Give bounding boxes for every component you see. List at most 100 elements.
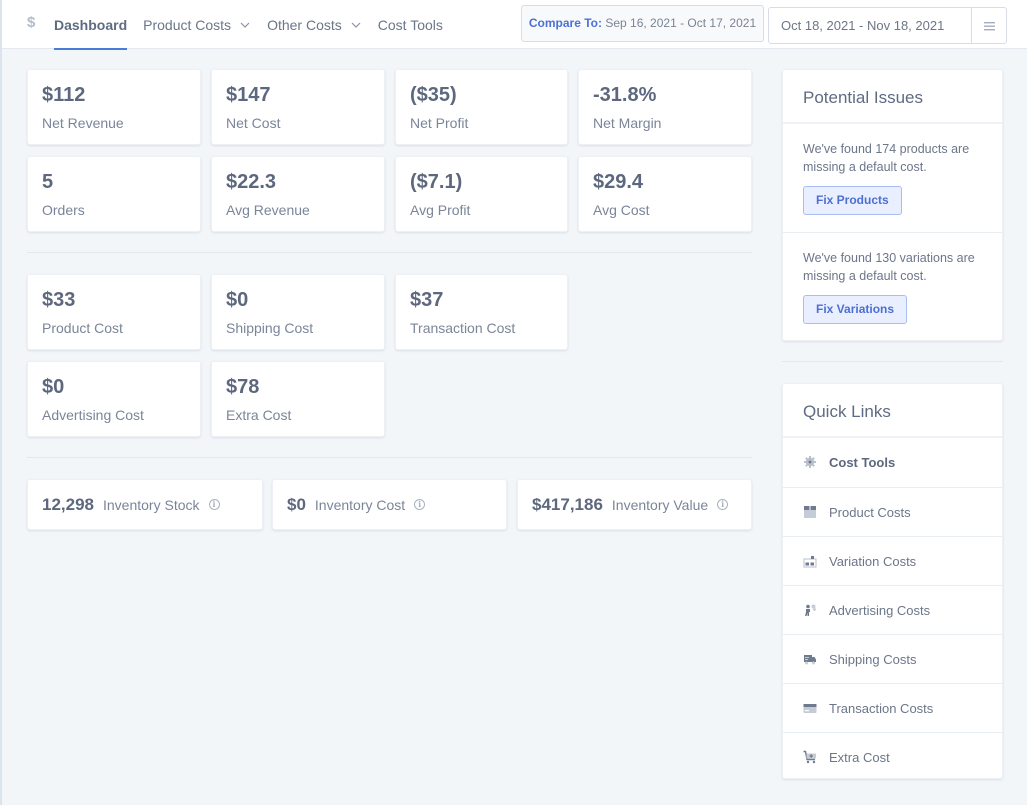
quick-links-panel: Quick Links Cost Tools Product Costs Var… (782, 383, 1003, 779)
info-icon[interactable]: i (208, 499, 220, 510)
stat-label: Net Cost (226, 115, 281, 131)
stat-label: Shipping Cost (226, 320, 314, 336)
stat-label: Net Margin (593, 115, 662, 131)
stat-card-transaction-cost: $37 Transaction Cost (395, 274, 568, 350)
stat-card-advertising-cost: $0 Advertising Cost (27, 361, 201, 437)
info-icon[interactable]: i (717, 499, 729, 510)
date-range-value: Oct 18, 2021 - Nov 18, 2021 (781, 18, 945, 33)
compare-to-button[interactable]: Compare To: Sep 16, 2021 - Oct 17, 2021 (521, 5, 764, 42)
section-divider (27, 457, 752, 458)
issue-products: We've found 174 products are missing a d… (783, 124, 1002, 232)
dollar-logo-icon: $ (27, 14, 36, 31)
issue-variations: We've found 130 variations are missing a… (783, 232, 1002, 342)
nav-other-costs[interactable]: Other Costs (267, 0, 362, 49)
main-nav: Dashboard Product Costs Other Costs Cost… (54, 0, 459, 50)
quick-link-extra-cost[interactable]: Extra Cost (783, 732, 1002, 781)
stat-value: $147 (226, 84, 271, 106)
stat-label: Avg Revenue (226, 202, 310, 218)
nav-other-costs-label: Other Costs (267, 16, 342, 33)
stat-card-avg-profit: ($7.1) Avg Profit (395, 156, 568, 232)
compare-range: Sep 16, 2021 - Oct 17, 2021 (605, 16, 757, 30)
stat-label: Product Cost (42, 320, 123, 336)
stat-value: $112 (42, 84, 86, 106)
nav-dashboard[interactable]: Dashboard (54, 0, 128, 50)
stat-value: ($7.1) (410, 171, 463, 193)
stat-card-avg-revenue: $22.3 Avg Revenue (211, 156, 385, 232)
inventory-label: Inventory Stock (103, 496, 200, 513)
stat-card-net-margin: -31.8% Net Margin (578, 69, 752, 145)
fix-variations-button[interactable]: Fix Variations (803, 295, 908, 324)
nav-dashboard-label: Dashboard (54, 16, 128, 33)
stat-value: $22.3 (226, 171, 277, 193)
stat-value: 5 (42, 171, 54, 193)
panel-header: Quick Links (783, 384, 1002, 438)
hamburger-menu-icon (983, 21, 995, 30)
fix-products-button[interactable]: Fix Products (803, 186, 902, 215)
compare-to-label: Compare To: (528, 16, 602, 30)
gear-icon (804, 456, 816, 468)
panel-header: Potential Issues (783, 70, 1002, 124)
quick-link-cost-tools[interactable]: Cost Tools (783, 438, 1002, 487)
nav-product-costs-label: Product Costs (143, 16, 232, 33)
boxes-icon (803, 556, 817, 568)
stat-card-net-revenue: $112 Net Revenue (27, 69, 201, 145)
stat-card-net-profit: ($35) Net Profit (395, 69, 568, 145)
quick-link-label: Extra Cost (829, 749, 890, 765)
stat-value: $29.4 (593, 171, 644, 193)
stat-value: $37 (410, 289, 444, 311)
section-divider (27, 252, 752, 253)
chevron-down-icon (240, 22, 250, 28)
stat-label: Extra Cost (226, 407, 292, 423)
stat-value: $0 (42, 376, 65, 398)
quick-link-label: Advertising Costs (829, 602, 931, 618)
issue-text: We've found 174 products are missing a d… (803, 142, 970, 174)
quick-links-list: Cost Tools Product Costs Variation Costs (783, 438, 1002, 781)
stat-label: Net Profit (410, 115, 469, 131)
nav-cost-tools-label: Cost Tools (377, 16, 443, 33)
inventory-label: Inventory Cost (314, 496, 406, 513)
nav-cost-tools[interactable]: Cost Tools (378, 0, 443, 49)
quick-link-shipping-costs[interactable]: Shipping Costs (783, 634, 1002, 683)
stat-value: $33 (42, 289, 76, 311)
credit-card-icon (803, 704, 817, 713)
potential-issues-panel: Potential Issues We've found 174 product… (782, 69, 1003, 341)
inventory-stock-card: 12,298 Inventory Stock i (27, 479, 263, 530)
inventory-cost-card: $0 Inventory Cost i (272, 479, 507, 530)
stat-label: Avg Cost (593, 202, 650, 218)
quick-link-label: Cost Tools (829, 455, 896, 470)
quick-links-title: Quick Links (803, 402, 891, 421)
stat-value: $0 (226, 289, 249, 311)
quick-link-label: Product Costs (829, 504, 911, 520)
cart-plus-icon (803, 750, 816, 764)
stat-label: Advertising Cost (42, 407, 144, 423)
nav-product-costs[interactable]: Product Costs (143, 0, 251, 49)
stat-value: ($35) (410, 84, 457, 106)
quick-link-label: Transaction Costs (829, 700, 934, 716)
truck-icon (804, 655, 816, 665)
stat-card-orders: 5 Orders (27, 156, 201, 232)
quick-link-variation-costs[interactable]: Variation Costs (783, 536, 1002, 585)
quick-link-transaction-costs[interactable]: Transaction Costs (783, 683, 1002, 732)
stat-card-shipping-cost: $0 Shipping Cost (211, 274, 385, 350)
megaphone-person-icon (805, 604, 816, 616)
stat-card-extra-cost: $78 Extra Cost (211, 361, 385, 437)
date-menu-button[interactable] (971, 8, 1006, 43)
inventory-value: 12,298 (42, 494, 94, 514)
issue-text: We've found 130 variations are missing a… (803, 251, 975, 283)
stat-card-avg-cost: $29.4 Avg Cost (578, 156, 752, 232)
quick-link-product-costs[interactable]: Product Costs (783, 487, 1002, 536)
section-divider (782, 361, 1003, 362)
stat-card-product-cost: $33 Product Cost (27, 274, 201, 350)
date-range-picker[interactable]: Oct 18, 2021 - Nov 18, 2021 (768, 7, 1007, 44)
quick-link-label: Shipping Costs (829, 651, 917, 667)
stat-value: -31.8% (593, 84, 657, 106)
stat-label: Avg Profit (410, 202, 471, 218)
quick-link-advertising-costs[interactable]: Advertising Costs (783, 585, 1002, 634)
inventory-label: Inventory Value (611, 496, 709, 513)
stat-label: Orders (42, 202, 85, 218)
quick-link-label: Variation Costs (829, 553, 917, 569)
info-icon[interactable]: i (414, 499, 426, 510)
top-navigation-bar: $ Dashboard Product Costs Other Costs Co… (2, 0, 1027, 50)
inventory-value: $0 (287, 494, 306, 514)
stat-label: Transaction Cost (410, 320, 516, 336)
